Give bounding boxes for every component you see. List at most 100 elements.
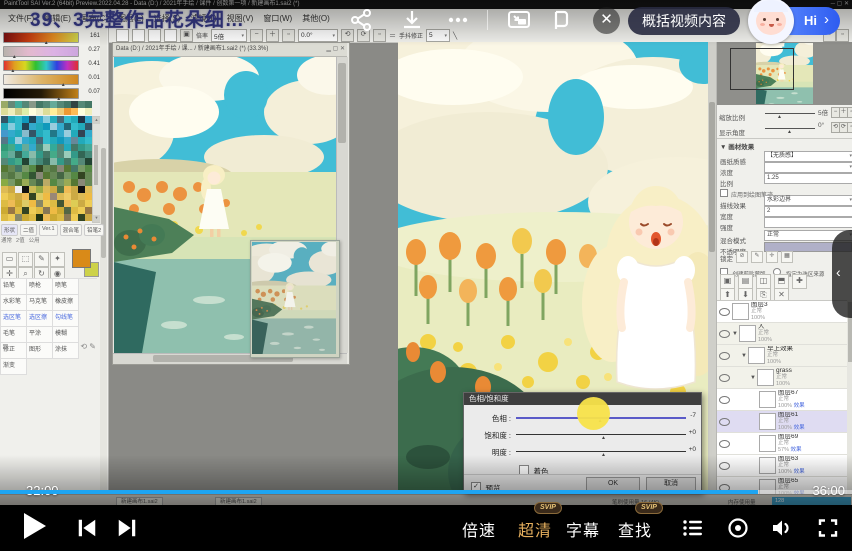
toolbar-swatch[interactable] [164, 29, 177, 42]
palette-cell[interactable] [57, 179, 64, 186]
menu-icon[interactable]: ≣ [2, 342, 9, 351]
palette-cell[interactable] [15, 123, 22, 130]
palette-cell[interactable] [36, 137, 43, 144]
palette-cell[interactable] [8, 172, 15, 179]
folder-arrow-icon[interactable]: ▼ [741, 353, 747, 359]
rotate-ccw-button[interactable]: ⟲ [341, 29, 354, 42]
visibility-eye-icon[interactable] [719, 352, 730, 360]
palette-cell[interactable] [22, 200, 29, 207]
color-slider-row[interactable]: ▲0.41 [3, 60, 100, 72]
palette-cell[interactable] [78, 200, 85, 207]
stabilizer-select[interactable]: 5▾ [426, 29, 450, 42]
palette-cell[interactable] [78, 130, 85, 137]
brush-item[interactable]: 平涂 [27, 327, 53, 343]
layer-row[interactable]: 图层3正常100% [717, 301, 852, 323]
color-swatch[interactable] [29, 101, 36, 108]
palette-cell[interactable] [78, 144, 85, 151]
palette-cell[interactable] [8, 151, 15, 158]
palette-cell[interactable] [50, 186, 57, 193]
palette-cell[interactable] [29, 144, 36, 151]
palette-cell[interactable] [85, 130, 92, 137]
color-slider-row[interactable]: ▲161 [3, 32, 100, 44]
menu-item[interactable]: 窗口(W) [263, 13, 292, 24]
brush-item[interactable]: 马克笔 [27, 295, 53, 311]
palette-cell[interactable] [78, 116, 85, 123]
palette-cell[interactable] [57, 144, 64, 151]
palette-cell[interactable] [50, 179, 57, 186]
palette-cell[interactable] [15, 151, 22, 158]
palette-cell[interactable] [71, 186, 78, 193]
palette-cell[interactable] [43, 165, 50, 172]
palette-cell[interactable] [71, 123, 78, 130]
palette-cell[interactable] [57, 151, 64, 158]
palette-cell[interactable] [50, 151, 57, 158]
palette-cell[interactable] [50, 130, 57, 137]
palette-cell[interactable] [36, 193, 43, 200]
color-swatch[interactable] [22, 108, 29, 115]
palette-cell[interactable] [22, 116, 29, 123]
toolbar-extra-button[interactable]: ▫ [836, 29, 849, 42]
layer-thumbnail[interactable] [748, 347, 765, 364]
color-slider-bar[interactable] [3, 32, 79, 43]
palette-cell[interactable] [36, 123, 43, 130]
color-swatch[interactable] [71, 108, 78, 115]
palette-cell[interactable] [50, 200, 57, 207]
brush-item[interactable]: 水彩笔 [1, 295, 27, 311]
color-swatch[interactable] [78, 101, 85, 108]
palette-cell[interactable] [22, 193, 29, 200]
brush-tab[interactable]: 铅笔2 [84, 224, 104, 236]
color-swatch[interactable] [43, 101, 50, 108]
layer-thumbnail[interactable] [732, 303, 749, 320]
color-swatch[interactable] [57, 101, 64, 108]
layer-thumbnail[interactable] [759, 391, 776, 408]
palette-cell[interactable] [78, 165, 85, 172]
palette-cell[interactable] [8, 193, 15, 200]
layer-thumbnail[interactable] [759, 435, 776, 452]
color-swatch[interactable] [85, 108, 92, 115]
layer-tool-button[interactable]: ▣ [720, 274, 735, 289]
layer-row[interactable]: 图层61正常100% 效果 [717, 411, 852, 433]
palette-cell[interactable] [22, 130, 29, 137]
palette-cell[interactable] [50, 158, 57, 165]
palette-cell[interactable] [36, 158, 43, 165]
palette-cell[interactable] [43, 193, 50, 200]
palette-cell[interactable] [64, 214, 71, 221]
visibility-eye-icon[interactable] [719, 484, 730, 492]
rotate-cw-button[interactable]: ⟳ [357, 29, 370, 42]
palette-cell[interactable] [1, 214, 8, 221]
effect-dropdown[interactable]: ▾ [764, 162, 852, 173]
palette-cell[interactable] [85, 179, 92, 186]
palette-cell[interactable] [78, 158, 85, 165]
lock-icon[interactable]: ✛ [766, 251, 778, 263]
palette-cell[interactable] [71, 165, 78, 172]
menu-item[interactable]: 选择(S) [154, 13, 181, 24]
palette-cell[interactable] [1, 186, 8, 193]
navigator[interactable] [717, 42, 852, 105]
palette-cell[interactable] [36, 179, 43, 186]
palette-cell[interactable] [43, 207, 50, 214]
palette-cell[interactable] [78, 137, 85, 144]
palette-cell[interactable] [71, 207, 78, 214]
palette-cell[interactable] [15, 200, 22, 207]
palette-cell[interactable] [57, 165, 64, 172]
palette-cell[interactable] [57, 214, 64, 221]
color-swatch[interactable] [50, 101, 57, 108]
menu-item[interactable]: 图层(L) [118, 13, 144, 24]
palette-cell[interactable] [71, 158, 78, 165]
palette-cell[interactable] [57, 200, 64, 207]
color-swatch[interactable] [57, 108, 64, 115]
visibility-eye-icon[interactable] [719, 462, 730, 470]
visibility-eye-icon[interactable] [719, 440, 730, 448]
status-file-tab[interactable]: 新建画布1.sai2 [215, 497, 262, 508]
menu-item[interactable]: 编辑(E) [44, 13, 71, 24]
palette-cell[interactable] [85, 151, 92, 158]
palette-cell[interactable] [57, 158, 64, 165]
status-file-tab[interactable]: 新建画布1.sai2 [116, 497, 163, 508]
effect-field[interactable]: 1.25 [764, 173, 852, 184]
palette-cell[interactable] [78, 207, 85, 214]
palette-cell[interactable] [64, 137, 71, 144]
palette-cell[interactable] [85, 137, 92, 144]
color-swatch[interactable] [15, 101, 22, 108]
palette-cell[interactable] [8, 123, 15, 130]
palette-cell[interactable] [71, 179, 78, 186]
